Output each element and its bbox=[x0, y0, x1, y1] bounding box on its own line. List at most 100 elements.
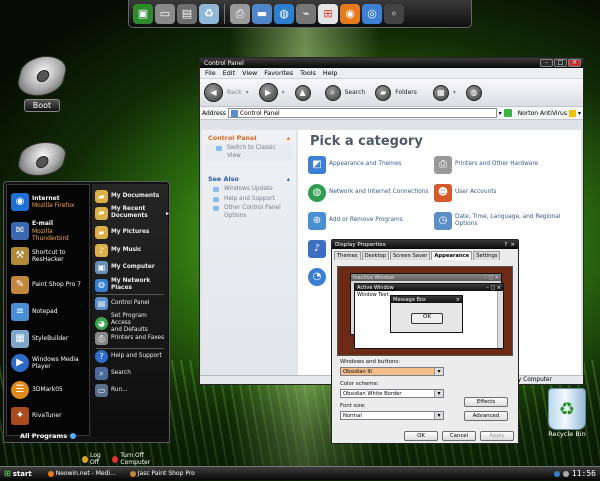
menu-file[interactable]: File bbox=[205, 69, 216, 77]
dialog-title-bar[interactable]: Display Properties ? × bbox=[332, 240, 518, 249]
taskbar-item-paintshop[interactable]: Jasc Paint Shop Pro bbox=[124, 468, 201, 479]
start-item-my-pictures[interactable]: ▰ My Pictures bbox=[95, 226, 149, 239]
tab-desktop[interactable]: Desktop bbox=[361, 251, 390, 260]
start-item-search[interactable]: ⌕ Search bbox=[95, 367, 131, 380]
window-icon[interactable]: ▤ bbox=[177, 3, 197, 24]
clock[interactable]: 11:56 bbox=[572, 469, 596, 478]
start-item-reshacker[interactable]: ⚒ Shortcut to ResHacker bbox=[11, 247, 66, 265]
start-item-paintshop[interactable]: ✎ Paint Shop Pro 7 bbox=[11, 276, 81, 294]
start-item-internet[interactable]: ◉ Internet Mozilla Firefox bbox=[11, 193, 74, 211]
tab-screen-saver[interactable]: Screen Saver bbox=[390, 251, 431, 260]
close-icon[interactable]: × bbox=[510, 242, 518, 248]
title-bar[interactable]: Control Panel – □ × bbox=[200, 58, 583, 68]
menu-tools[interactable]: Tools bbox=[300, 69, 316, 77]
menu-view[interactable]: View bbox=[242, 69, 257, 77]
norton-label[interactable]: Norton AntiVirus bbox=[518, 110, 567, 117]
back-dropdown-icon[interactable]: ▾ bbox=[246, 89, 249, 96]
start-item-my-music[interactable]: ♪ My Music bbox=[95, 244, 141, 257]
windows-logo-icon[interactable]: ⊞ bbox=[318, 3, 338, 24]
color-scheme-select[interactable]: Obsidian White Border bbox=[340, 389, 444, 398]
start-item-recent-documents[interactable]: ▰ My Recent Documents ▸ bbox=[95, 206, 169, 220]
tab-themes[interactable]: Themes bbox=[334, 251, 361, 260]
scanner-icon[interactable]: ▭ bbox=[155, 3, 175, 24]
folders-button[interactable]: ▰ bbox=[375, 84, 392, 101]
views-button[interactable]: ▦ bbox=[432, 84, 449, 101]
start-item-run[interactable]: ▭ Run... bbox=[95, 384, 128, 397]
back-button[interactable]: ◀ bbox=[204, 83, 223, 102]
start-item-stylebuilder[interactable]: ▦ StyleBuilder bbox=[11, 330, 68, 348]
tab-settings[interactable]: Settings bbox=[473, 251, 501, 260]
address-input[interactable]: Control Panel bbox=[227, 108, 497, 118]
menu-help[interactable]: Help bbox=[323, 69, 338, 77]
up-folder-button[interactable]: ▲ bbox=[294, 84, 311, 101]
font-size-select[interactable]: Normal bbox=[340, 411, 444, 420]
terminal-icon[interactable]: ▣ bbox=[133, 3, 153, 24]
category-user-accounts[interactable]: ☻ User Accounts bbox=[434, 184, 496, 202]
windows-buttons-select[interactable]: Obsidian III bbox=[340, 367, 444, 376]
category-date-time[interactable]: ◷ Date, Time, Language, and Regional Opt… bbox=[434, 212, 574, 230]
search-button[interactable]: ⌕ bbox=[324, 84, 341, 101]
category-sounds[interactable]: ♪ bbox=[308, 240, 326, 258]
start-item-my-computer[interactable]: ▣ My Computer bbox=[95, 261, 155, 274]
start-button[interactable]: ⊞ start bbox=[0, 467, 42, 481]
folders-label[interactable]: Folders bbox=[395, 89, 417, 96]
apply-button[interactable]: Apply bbox=[480, 431, 514, 441]
printer-icon[interactable]: ⎙ bbox=[230, 3, 250, 24]
all-programs-button[interactable]: All Programs bbox=[20, 432, 77, 440]
address-dropdown-icon[interactable]: ▾ bbox=[499, 110, 502, 117]
start-item-notepad[interactable]: ≡ Notepad bbox=[11, 303, 58, 321]
advanced-button[interactable]: Advanced bbox=[464, 411, 508, 421]
start-item-network-places[interactable]: ◍ My Network Places bbox=[95, 278, 168, 292]
maximize-button[interactable]: □ bbox=[554, 59, 567, 67]
start-item-rivatuner[interactable]: ✦ RivaTuner bbox=[11, 407, 62, 425]
start-item-3dmark[interactable]: ☰ 3DMark05 bbox=[11, 381, 63, 399]
views-dropdown-icon[interactable]: ▾ bbox=[453, 89, 456, 96]
usb-icon[interactable]: ⌁ bbox=[296, 3, 316, 24]
tab-appearance[interactable]: Appearance bbox=[431, 251, 473, 260]
effects-button[interactable]: Effects bbox=[464, 397, 508, 407]
start-item-media-player[interactable]: ▶ Windows Media Player bbox=[11, 354, 79, 372]
menu-favorites[interactable]: Favorites bbox=[264, 69, 293, 77]
category-appearance[interactable]: ◩ Appearance and Themes bbox=[308, 156, 401, 174]
folder-icon[interactable]: ▬ bbox=[252, 3, 272, 24]
boot-icon[interactable]: Boot bbox=[14, 56, 70, 112]
category-printers[interactable]: ⎙ Printers and Other Hardware bbox=[434, 156, 538, 174]
norton-dropdown-icon[interactable]: ▾ bbox=[578, 110, 581, 117]
turn-off-button[interactable]: Turn Off Computer bbox=[112, 452, 168, 466]
second-drive-icon[interactable] bbox=[14, 142, 70, 176]
norton-icon[interactable] bbox=[568, 109, 576, 117]
start-item-control-panel[interactable]: ▤ Control Panel bbox=[95, 297, 149, 310]
category-performance[interactable]: ◔ bbox=[308, 268, 326, 286]
recycle-bin[interactable]: ♻ Recycle Bin bbox=[548, 388, 586, 438]
go-icon[interactable] bbox=[503, 109, 512, 117]
network-tray-icon[interactable] bbox=[553, 470, 560, 477]
recycle-mini-icon[interactable]: ♻ bbox=[199, 3, 219, 24]
start-item-help[interactable]: ? Help and Support bbox=[95, 350, 162, 363]
panel-header-control-panel[interactable]: Control Panel ▴ bbox=[202, 130, 296, 144]
category-network[interactable]: ◍ Network and Internet Connections bbox=[308, 184, 428, 202]
firefox-icon[interactable]: ◉ bbox=[340, 3, 360, 24]
log-off-button[interactable]: Log Off bbox=[82, 452, 108, 466]
switch-classic-view-link[interactable]: Switch to Classic View bbox=[205, 144, 293, 162]
panel-header-see-also[interactable]: See Also ▴ bbox=[202, 171, 296, 185]
windows-update-link[interactable]: Windows Update bbox=[202, 185, 296, 195]
help-support-link[interactable]: Help and Support bbox=[202, 195, 296, 205]
globe-button[interactable]: ◍ bbox=[465, 84, 482, 101]
menu-edit[interactable]: Edit bbox=[223, 69, 235, 77]
start-item-email[interactable]: ✉ E-mail Mozilla Thunderbird bbox=[11, 220, 89, 243]
other-options-link[interactable]: Other Control Panel Options bbox=[202, 204, 296, 221]
minimize-button[interactable]: – bbox=[540, 59, 553, 67]
close-button[interactable]: × bbox=[568, 59, 581, 67]
forward-button[interactable]: ▶ bbox=[258, 83, 278, 102]
start-item-my-documents[interactable]: ▰ My Documents bbox=[95, 190, 159, 203]
ok-button[interactable]: OK bbox=[404, 431, 438, 441]
taskbar-item-neowin[interactable]: Neowin.net - Medi... bbox=[42, 468, 122, 479]
network-icon[interactable]: ◎ bbox=[362, 3, 382, 24]
network-globe-icon[interactable]: ◍ bbox=[274, 3, 294, 24]
category-add-remove[interactable]: ⊕ Add or Remove Programs bbox=[308, 212, 403, 230]
forward-dropdown-icon[interactable]: ▾ bbox=[282, 89, 285, 96]
search-label[interactable]: Search bbox=[345, 89, 366, 96]
volume-tray-icon[interactable] bbox=[562, 470, 569, 477]
start-item-printers[interactable]: ⎙ Printers and Faxes bbox=[95, 332, 164, 345]
cancel-button[interactable]: Cancel bbox=[442, 431, 476, 441]
